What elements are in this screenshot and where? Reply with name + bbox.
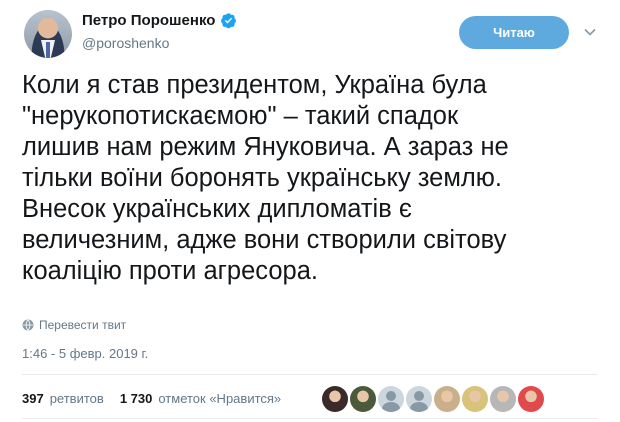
- tweet-stats: 397 ретвитов 1 730 отметок «Нравится»: [22, 391, 281, 406]
- liker-avatar[interactable]: [518, 386, 544, 412]
- avatar-tie: [46, 42, 50, 58]
- name-row: Петро Порошенко: [82, 12, 237, 29]
- following-button[interactable]: Читаю: [459, 16, 569, 49]
- translate-link[interactable]: Перевести твит: [39, 318, 126, 332]
- retweets-count[interactable]: 397: [22, 391, 44, 406]
- likes-label[interactable]: отметок «Нравится»: [158, 391, 281, 406]
- chevron-down-icon[interactable]: [583, 25, 597, 39]
- liker-avatar[interactable]: [434, 386, 460, 412]
- globe-icon: [22, 319, 34, 331]
- retweets-label[interactable]: ретвитов: [50, 391, 104, 406]
- likers-avatars: [322, 386, 544, 412]
- likes-count[interactable]: 1 730: [120, 391, 153, 406]
- verified-badge-icon: [221, 13, 237, 29]
- divider: [22, 374, 598, 375]
- handle[interactable]: @poroshenko: [82, 35, 169, 51]
- liker-avatar[interactable]: [350, 386, 376, 412]
- divider: [22, 418, 598, 419]
- liker-avatar[interactable]: [322, 386, 348, 412]
- translate-row[interactable]: Перевести твит: [22, 318, 126, 332]
- liker-avatar[interactable]: [462, 386, 488, 412]
- liker-avatar[interactable]: [490, 386, 516, 412]
- display-name[interactable]: Петро Порошенко: [82, 12, 215, 29]
- tweet-text: Коли я став президентом, Україна була "н…: [22, 71, 509, 285]
- avatar[interactable]: [24, 10, 72, 58]
- liker-avatar[interactable]: [406, 386, 432, 412]
- timestamp[interactable]: 1:46 - 5 февр. 2019 г.: [22, 346, 148, 361]
- liker-avatar[interactable]: [378, 386, 404, 412]
